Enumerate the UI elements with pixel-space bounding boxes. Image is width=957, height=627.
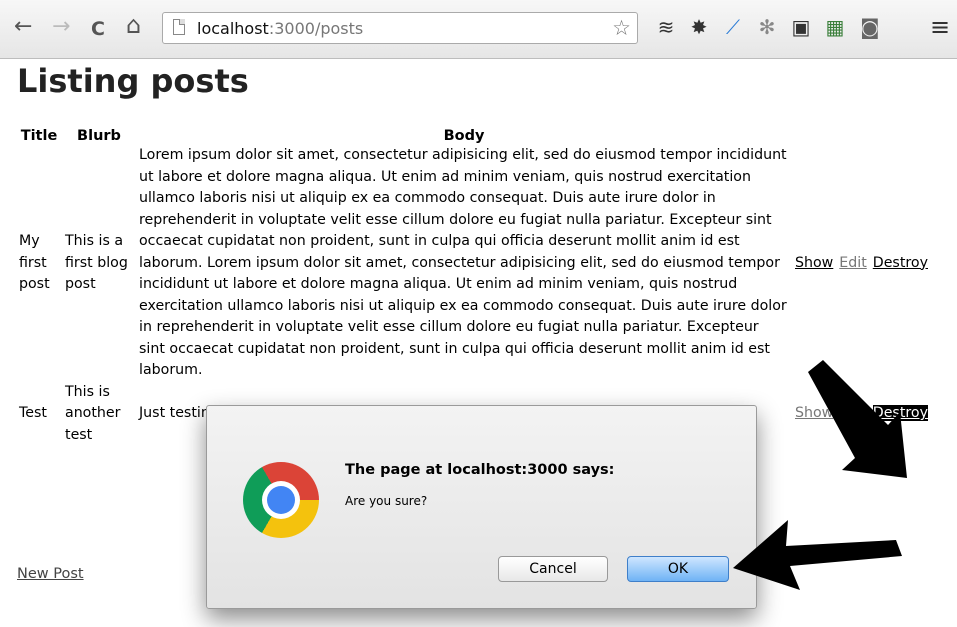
back-icon[interactable]: ← — [14, 16, 32, 38]
column-header-actions — [792, 128, 836, 145]
dialog-message: Are you sure? — [345, 494, 428, 508]
bookmark-star-icon[interactable]: ☆ — [612, 16, 631, 40]
bug-extension-icon[interactable]: ✻ — [755, 15, 779, 39]
browser-toolbar: ← → C ⌂ localhost:3000/posts ☆ ≋ ✸ ⟋ ✻ ▣… — [0, 0, 957, 59]
forward-icon[interactable]: → — [52, 16, 70, 38]
arrow-to-ok-icon — [733, 520, 902, 590]
post-blurb: This is another test — [65, 383, 121, 443]
confirm-dialog: The page at localhost:3000 says: Are you… — [206, 405, 757, 609]
edit-link[interactable]: Edit — [839, 405, 866, 421]
table-header-row: Title Blurb Body — [16, 128, 931, 145]
pocket-extension-icon[interactable]: ◙ — [858, 15, 882, 39]
gear-extension-icon[interactable]: ✸ — [687, 15, 711, 39]
posts-table: Title Blurb Body My first post This is a… — [16, 128, 931, 446]
column-header-title: Title — [20, 128, 58, 144]
layers-extension-icon[interactable]: ≋ — [654, 15, 678, 39]
ok-button[interactable]: OK — [627, 556, 729, 582]
post-body: Lorem ipsum dolor sit amet, consectetur … — [139, 147, 787, 378]
edit-link[interactable]: Edit — [839, 255, 866, 271]
table-row: My first post This is a first blog post … — [16, 145, 931, 382]
cancel-button[interactable]: Cancel — [498, 556, 608, 582]
post-title: My first post — [19, 233, 50, 292]
home-icon[interactable]: ⌂ — [126, 13, 141, 37]
chrome-logo-icon — [243, 462, 319, 538]
post-title: Test — [19, 405, 47, 421]
color-extension-icon[interactable]: ▦ — [823, 15, 847, 39]
eyedropper-extension-icon[interactable]: ⟋ — [721, 15, 745, 39]
page-title: Listing posts — [17, 62, 249, 100]
menu-icon[interactable]: ≡ — [928, 15, 952, 39]
destroy-link[interactable]: Destroy — [872, 405, 928, 421]
column-header-body: Body — [443, 128, 485, 144]
destroy-link[interactable]: Destroy — [873, 255, 928, 271]
address-bar[interactable]: localhost:3000/posts ☆ — [162, 12, 638, 44]
show-link[interactable]: Show — [795, 255, 833, 271]
evernote-extension-icon[interactable]: ▣ — [789, 15, 813, 39]
dialog-title: The page at localhost:3000 says: — [345, 462, 615, 478]
reload-icon[interactable]: C — [91, 18, 105, 40]
new-post-link[interactable]: New Post — [17, 566, 84, 582]
post-blurb: This is a first blog post — [65, 233, 128, 292]
show-link[interactable]: Show — [795, 405, 833, 421]
column-header-blurb: Blurb — [77, 128, 121, 144]
page-icon — [173, 19, 185, 35]
url-text[interactable]: localhost:3000/posts — [197, 19, 363, 38]
